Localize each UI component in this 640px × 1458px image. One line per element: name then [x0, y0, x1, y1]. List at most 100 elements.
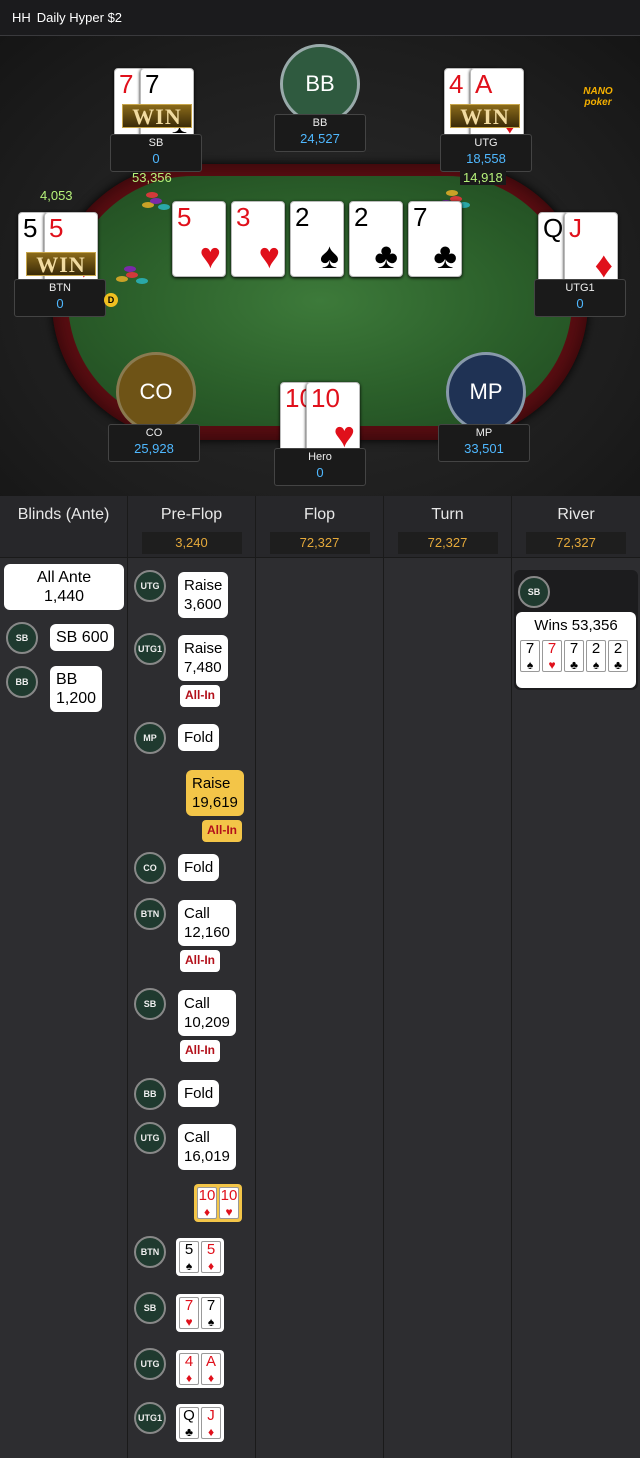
seat-utg-plate: UTG 18,558 — [440, 134, 532, 172]
board-card-4: 2 ♣ — [349, 201, 403, 277]
all-in-tag: All-In — [180, 950, 220, 972]
river-card-4: 2 ♠ — [586, 640, 606, 672]
seat-utg1-name: UTG1 — [565, 282, 595, 294]
card-rank: Q — [183, 1407, 195, 1424]
seat-bb-stack: 24,527 — [300, 131, 340, 146]
river-win-text: Wins 53,356 — [534, 617, 618, 634]
seat-bb-plate: BB 24,527 — [274, 114, 366, 152]
river-card-1: 7 ♠ — [520, 640, 540, 672]
column-title: Flop — [303, 506, 336, 523]
column-pot: 72,327 — [397, 532, 498, 554]
action-label: Fold — [184, 859, 214, 876]
dealer-button-icon: D — [104, 293, 118, 307]
action-amount: 16,019 — [184, 1148, 230, 1165]
seat-btn-chips-icon — [116, 262, 148, 286]
card-suit-icon: ♠ — [319, 235, 339, 276]
card-suit-icon: ♣ — [185, 1425, 193, 1439]
action-amount: 19,619 — [192, 794, 238, 811]
seat-co-plate: CO 25,928 — [108, 424, 200, 462]
card-suit-icon: ♦ — [594, 244, 613, 285]
card-rank: 10 — [311, 383, 340, 413]
action-bubble: Call 12,160 — [178, 900, 236, 946]
title-name: Daily Hyper $2 — [36, 10, 123, 25]
position-utg1-icon: UTG1 — [134, 1402, 166, 1434]
seat-mp-avatar[interactable]: MP — [446, 352, 526, 432]
card-suit-icon: ♦ — [207, 1371, 215, 1385]
ante-value: 1,440 — [43, 588, 85, 605]
column-turn: Turn 72,327 — [384, 496, 512, 1458]
column-header-turn: Turn 72,327 — [384, 496, 511, 558]
card-rank: 5 — [23, 213, 38, 243]
action-bubble: Call 10,209 — [178, 990, 236, 1036]
card-suit-icon: ♣ — [374, 235, 398, 276]
action-label: Raise — [192, 775, 231, 792]
title-prefix: HH — [12, 10, 31, 25]
position-sb-icon: SB — [134, 988, 166, 1020]
all-in-tag: All-In — [180, 1040, 220, 1062]
column-blinds: Blinds (Ante) All Ante 1,440 SB SB 600 B… — [0, 496, 128, 1458]
showdown-card-2: A ♦ — [201, 1353, 221, 1385]
showdown-card-2: J ♦ — [201, 1407, 221, 1439]
card-rank: 3 — [236, 202, 251, 232]
card-rank: J — [207, 1407, 215, 1424]
card-rank: 10 — [198, 1187, 216, 1204]
position-btn-icon: BTN — [134, 898, 166, 930]
card-rank: A — [475, 69, 493, 99]
card-rank: 5 — [184, 1241, 194, 1258]
position-btn-icon: BTN — [134, 1236, 166, 1268]
seat-mp-plate: MP 33,501 — [438, 424, 530, 462]
board-card-3: 2 ♠ — [290, 201, 344, 277]
action-bubble: Fold — [178, 854, 220, 881]
showdown-card-2: 7 ♠ — [201, 1297, 221, 1329]
card-suit-icon: ♠ — [207, 1315, 215, 1329]
showdown-cards: 10 ♦ 10 ♥ — [194, 1184, 242, 1222]
seat-sb-bet: 53,356 — [132, 170, 172, 185]
card-rank: 5 — [206, 1241, 216, 1258]
position-utg-icon: UTG — [134, 1348, 166, 1380]
card-suit-icon: ♥ — [225, 1205, 233, 1219]
card-suit-icon: ♦ — [185, 1371, 193, 1385]
seat-co-stack: 25,928 — [134, 441, 174, 456]
card-rank: 7 — [525, 640, 535, 657]
seat-utg-name: UTG — [474, 137, 498, 149]
action-label: Call — [184, 905, 210, 922]
action-amount: 12,160 — [184, 924, 230, 941]
card-suit-icon: ♥ — [185, 1315, 193, 1329]
seat-sb-plate: SB 0 — [110, 134, 202, 172]
card-rank: 7 — [547, 640, 557, 657]
hero-name: Hero — [308, 451, 332, 463]
position-bb-icon: BB — [134, 1078, 166, 1110]
action-bubble: Fold — [178, 724, 220, 751]
seat-sb-stack: 0 — [152, 151, 160, 166]
action-bubble: Raise 19,619 — [186, 770, 244, 816]
column-pot: 3,240 — [141, 532, 242, 554]
seat-bb-avatar[interactable]: BB — [280, 44, 360, 124]
seat-bb-label: BB — [305, 71, 335, 96]
seat-utg-bet: 14,918 — [460, 170, 506, 185]
seat-btn-bet: 4,053 — [40, 188, 73, 203]
action-label: Call — [184, 1129, 210, 1146]
action-label: Fold — [184, 729, 214, 746]
position-utg-icon: UTG — [134, 570, 166, 602]
column-header-river: River 72,327 — [512, 496, 640, 558]
showdown-card-1: 5 ♠ — [179, 1241, 199, 1273]
seat-utg1-card-2: J ♦ — [564, 212, 618, 286]
seat-co-avatar[interactable]: CO — [116, 352, 196, 432]
card-suit-icon: ♦ — [203, 1205, 211, 1219]
showdown-card-1: 10 ♦ — [197, 1187, 217, 1219]
seat-btn-name: BTN — [49, 282, 71, 294]
card-suit-icon: ♠ — [592, 658, 600, 672]
card-rank: J — [569, 213, 582, 243]
board-card-2: 3 ♥ — [231, 201, 285, 277]
card-suit-icon: ♦ — [207, 1425, 215, 1439]
card-rank: 7 — [569, 640, 579, 657]
position-sb-icon: SB — [134, 1292, 166, 1324]
seat-utg1-plate: UTG1 0 — [534, 279, 626, 317]
hero-plate: Hero 0 — [274, 448, 366, 486]
position-sb-icon: SB — [6, 622, 38, 654]
river-card-2: 7 ♥ — [542, 640, 562, 672]
showdown-card-1: 7 ♥ — [179, 1297, 199, 1329]
action-label: Call — [184, 995, 210, 1012]
seat-btn-stack: 0 — [56, 296, 64, 311]
seat-btn-win-badge: WIN — [26, 252, 96, 277]
